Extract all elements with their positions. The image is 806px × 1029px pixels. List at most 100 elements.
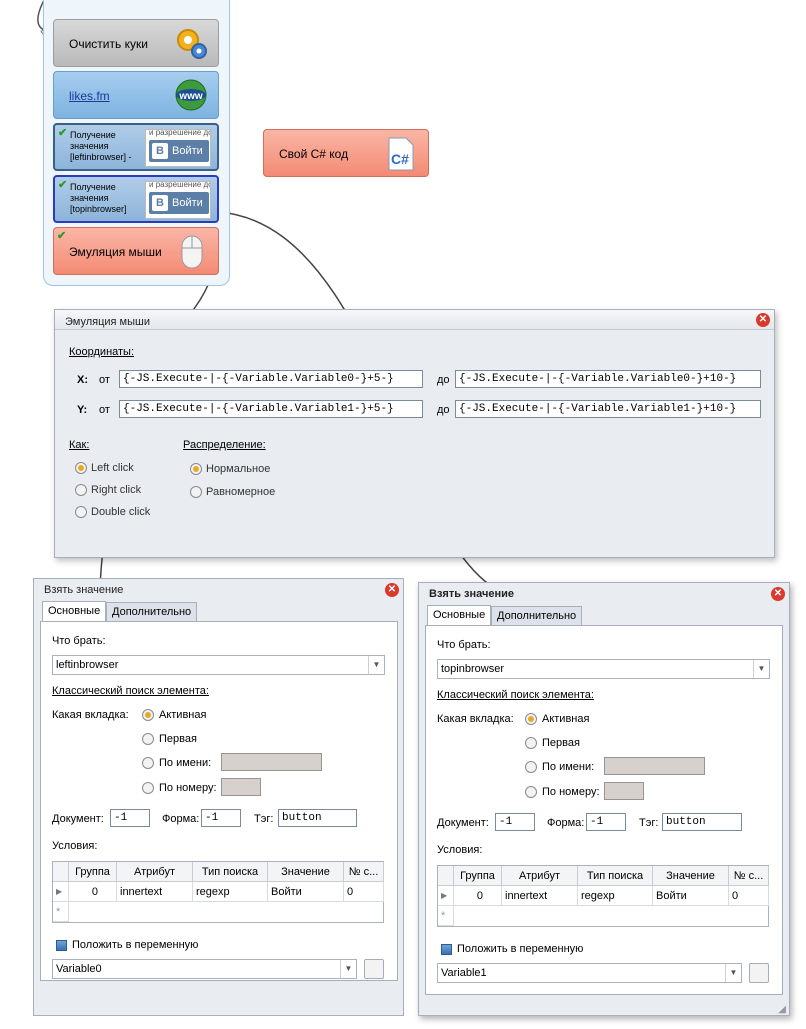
select-value: Variable1 [441, 967, 487, 979]
tab-name-field[interactable] [221, 753, 322, 771]
www-globe-icon: www [175, 79, 207, 111]
what-select[interactable]: topinbrowser ▼ [437, 659, 770, 679]
radio-by-name[interactable] [525, 761, 537, 773]
chevron-down-icon[interactable]: ▼ [753, 660, 769, 678]
variable-select[interactable]: Variable1 ▼ [437, 963, 742, 983]
vk-logo-icon: B [152, 195, 168, 211]
copy-icon[interactable] [364, 959, 384, 979]
form-input[interactable]: -1 [201, 809, 241, 827]
col-header[interactable]: Значение [653, 866, 729, 886]
x-from-input[interactable]: {-JS.Execute-|-{-Variable.Variable0-}+5-… [119, 370, 423, 388]
radio-double-click[interactable] [75, 506, 87, 518]
tab-number-field[interactable] [221, 778, 261, 796]
col-header[interactable]: Атрибут [117, 862, 193, 882]
new-row-icon: * [438, 906, 454, 926]
col-header[interactable]: Группа [454, 866, 502, 886]
tag-input[interactable]: button [662, 813, 742, 831]
chevron-down-icon[interactable]: ▼ [725, 964, 741, 982]
table-cell-search-type[interactable]: regexp [578, 886, 653, 906]
block-label: Эмуляция мыши [69, 245, 162, 259]
tab-additional[interactable]: Дополнительно [491, 606, 583, 625]
radio-by-name[interactable] [142, 757, 154, 769]
tab-additional[interactable]: Дополнительно [106, 602, 198, 621]
variable-select[interactable]: Variable0 ▼ [52, 959, 357, 979]
tab-main[interactable]: Основные [427, 605, 492, 625]
col-header[interactable]: Группа [69, 862, 117, 882]
radio-by-number[interactable] [142, 782, 154, 794]
form-label: Форма: [162, 813, 200, 825]
table-cell-search-type[interactable]: regexp [193, 882, 268, 902]
radio-label: По номеру: [542, 786, 600, 798]
close-icon[interactable]: ✕ [756, 313, 770, 327]
table-cell-attribute[interactable]: innertext [117, 882, 193, 902]
y-from-input[interactable]: {-JS.Execute-|-{-Variable.Variable1-}+5-… [119, 400, 423, 418]
conditions-label: Условия: [52, 840, 98, 852]
radio-active[interactable] [142, 709, 154, 721]
thumb-caption: и разрешение дост [149, 181, 210, 189]
tab-main[interactable]: Основные [42, 601, 107, 621]
form-input[interactable]: -1 [586, 813, 626, 831]
table-cell-group[interactable]: 0 [454, 886, 502, 906]
col-header[interactable]: Значение [268, 862, 344, 882]
radio-left-click[interactable] [75, 462, 87, 474]
vk-login-thumb: B Войти [149, 140, 209, 162]
block-label: Получение значения [leftinbrowser] - [70, 130, 132, 162]
tag-label: Тэг: [639, 817, 659, 829]
radio-label: Double click [91, 506, 151, 518]
table-cell-value[interactable]: Войти [653, 886, 729, 906]
radio-uniform[interactable] [190, 486, 202, 498]
gears-icon [177, 29, 207, 59]
radio-label: Left click [91, 462, 134, 474]
block-mouse-emulation[interactable]: ✔ Эмуляция мыши [53, 227, 219, 275]
tab-number-field[interactable] [604, 782, 644, 800]
check-icon: ✔ [58, 179, 68, 191]
check-icon: ✔ [58, 127, 68, 139]
block-csharp-code[interactable]: Свой C# код C# [263, 129, 429, 177]
radio-label: Right click [91, 484, 142, 496]
col-header[interactable]: № с... [344, 862, 384, 882]
block-get-value-leftinbrowser[interactable]: ✔ Получение значения [leftinbrowser] - и… [53, 123, 219, 171]
document-input[interactable]: -1 [110, 809, 150, 827]
radio-by-number[interactable] [525, 786, 537, 798]
close-icon[interactable]: ✕ [771, 587, 785, 601]
block-clear-cookies[interactable]: Очистить куки [53, 19, 219, 67]
put-variable-checkbox[interactable] [56, 940, 67, 951]
table-cell-group[interactable]: 0 [69, 882, 117, 902]
tab-name-field[interactable] [604, 757, 705, 775]
table-cell-value[interactable]: Войти [268, 882, 344, 902]
radio-label: По номеру: [159, 782, 217, 794]
what-label: Что брать: [437, 639, 491, 651]
col-header[interactable]: Тип поиска [578, 866, 653, 886]
svg-text:www: www [178, 91, 203, 102]
copy-icon[interactable] [749, 963, 769, 983]
put-variable-checkbox[interactable] [441, 944, 452, 955]
conditions-table: Группа Атрибут Тип поиска Значение № с..… [437, 865, 769, 927]
radio-first[interactable] [525, 737, 537, 749]
y-to-input[interactable]: {-JS.Execute-|-{-Variable.Variable1-}+10… [455, 400, 761, 418]
radio-right-click[interactable] [75, 484, 87, 496]
col-header[interactable]: Атрибут [502, 866, 578, 886]
close-icon[interactable]: ✕ [385, 583, 399, 597]
radio-first[interactable] [142, 733, 154, 745]
chevron-down-icon[interactable]: ▼ [340, 960, 356, 978]
col-header[interactable]: № с... [729, 866, 769, 886]
what-select[interactable]: leftinbrowser ▼ [52, 655, 385, 675]
dialog-title: Взять значение [429, 588, 515, 600]
resize-grip-icon[interactable]: ◢ [778, 1004, 786, 1015]
table-cell-attribute[interactable]: innertext [502, 886, 578, 906]
tag-input[interactable]: button [278, 809, 357, 827]
radio-active[interactable] [525, 713, 537, 725]
col-header[interactable]: Тип поиска [193, 862, 268, 882]
distribution-label: Распределение: [183, 439, 266, 451]
document-input[interactable]: -1 [495, 813, 535, 831]
block-likes-fm[interactable]: likes.fm www [53, 71, 219, 119]
table-cell-number[interactable]: 0 [729, 886, 769, 906]
radio-normal[interactable] [190, 463, 202, 475]
table-cell-number[interactable]: 0 [344, 882, 384, 902]
from-label: от [99, 404, 110, 416]
chevron-down-icon[interactable]: ▼ [368, 656, 384, 674]
block-label[interactable]: likes.fm [69, 89, 110, 103]
block-get-value-topinbrowser[interactable]: ✔ Получение значения [topinbrowser] и ра… [53, 175, 219, 223]
x-to-input[interactable]: {-JS.Execute-|-{-Variable.Variable0-}+10… [455, 370, 761, 388]
select-value: topinbrowser [441, 663, 504, 675]
